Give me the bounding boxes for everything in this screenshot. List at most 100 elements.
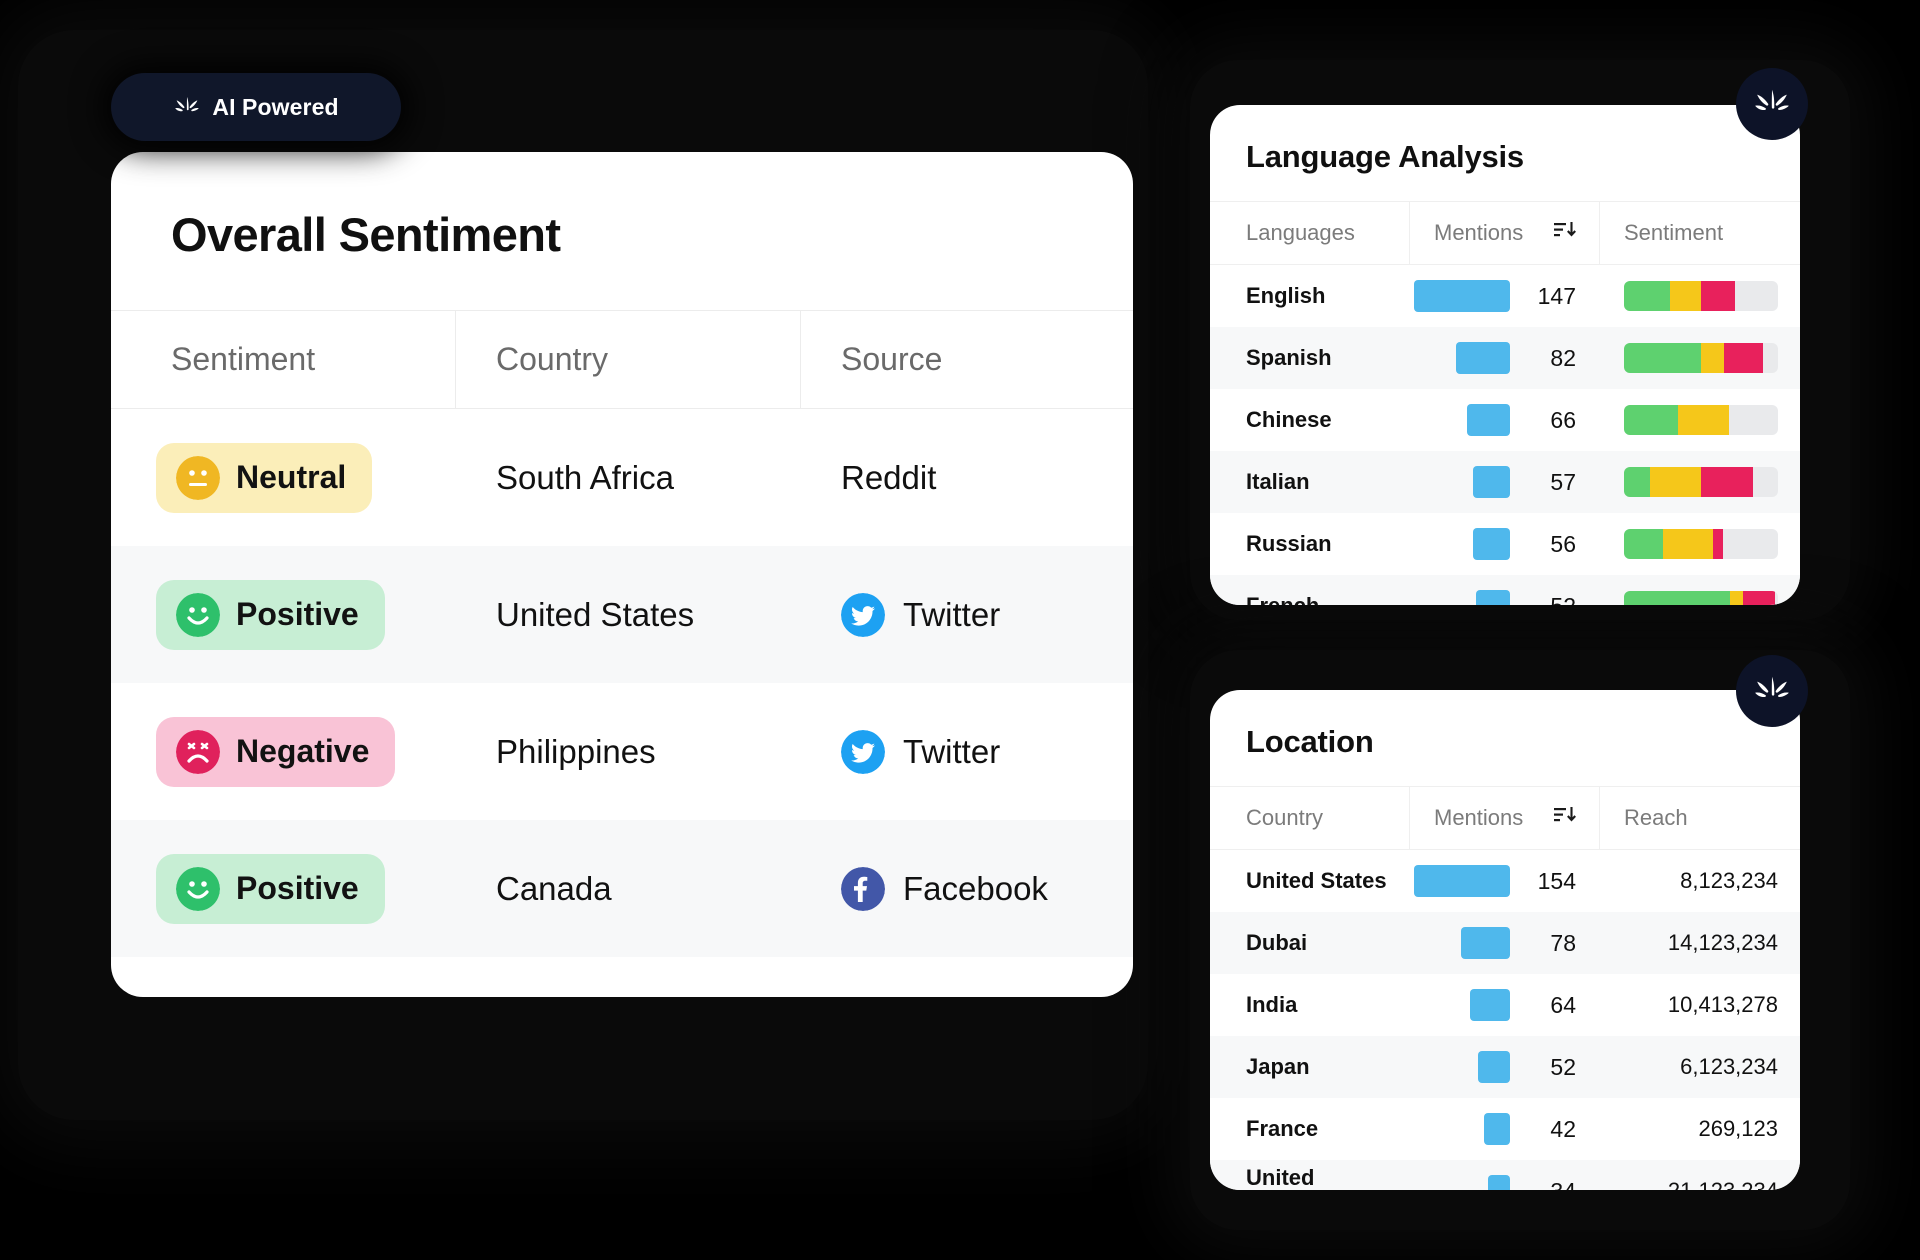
sentiment-segment-neutral	[1662, 529, 1714, 559]
sentiment-cell	[1600, 467, 1800, 497]
sentiment-segment-positive	[1624, 591, 1731, 605]
status-badge-label: Positive	[236, 596, 359, 632]
table-row[interactable]: Dubai 78 14,123,234	[1210, 912, 1800, 974]
sentiment-segment-negative	[1700, 281, 1735, 311]
status-badge-label: Negative	[236, 733, 370, 769]
mentions-bar	[1467, 404, 1510, 436]
table-row[interactable]: Negative Philippines Twitter	[111, 683, 1133, 820]
country-cell: United States	[496, 595, 695, 633]
reach-value: 10,413,278	[1667, 992, 1778, 1017]
country-cell: Canada	[496, 869, 612, 907]
overall-sentiment-card: Overall Sentiment Sentiment Country Sour…	[111, 152, 1133, 997]
table-row[interactable]: English 147	[1210, 265, 1800, 327]
mentions-cell: 147	[1410, 280, 1600, 312]
sentiment-cell: Negative	[111, 716, 456, 787]
column-header-sentiment-language[interactable]: Sentiment	[1600, 202, 1800, 264]
table-row[interactable]: France 42 269,123	[1210, 1098, 1800, 1160]
sentiment-segment-positive	[1624, 281, 1671, 311]
mentions-bar	[1473, 466, 1510, 498]
table-row[interactable]: Italian 57	[1210, 451, 1800, 513]
ai-powered-badge: AI Powered	[111, 73, 401, 141]
sentiment-segment-neutral	[1677, 405, 1729, 435]
sort-descending-icon[interactable]	[1553, 805, 1577, 831]
column-header-country-location[interactable]: Country	[1210, 787, 1410, 849]
location-card: Location Country Mentions Reach United S…	[1210, 690, 1800, 1190]
sentiment-cell	[1600, 405, 1800, 435]
status-badge-label: Neutral	[236, 459, 347, 495]
twitter-icon	[841, 729, 885, 774]
table-row[interactable]: Neutral South Africa Reddit	[111, 409, 1133, 546]
sentiment-cell	[1600, 591, 1800, 605]
table-row[interactable]: United States 154 8,123,234	[1210, 850, 1800, 912]
mentions-value: 154	[1537, 867, 1576, 894]
mentions-bar-track	[1410, 1051, 1510, 1083]
reach-value: 6,123,234	[1680, 1054, 1778, 1079]
reach-cell: 8,123,234	[1600, 868, 1800, 894]
table-row[interactable]: Japan 52 6,123,234	[1210, 1036, 1800, 1098]
mentions-bar-track	[1410, 528, 1510, 560]
mentions-cell: 34	[1410, 1175, 1600, 1190]
country-name-cell: Japan	[1246, 1054, 1310, 1079]
table-row[interactable]: Positive United States Twitter	[111, 546, 1133, 683]
column-header-reach[interactable]: Reach	[1600, 787, 1800, 849]
source-label: Reddit	[841, 458, 937, 496]
ai-powered-label: AI Powered	[212, 93, 339, 120]
splash-logo-icon	[1752, 86, 1792, 122]
table-row[interactable]: Positive Canada Facebook	[111, 820, 1133, 957]
page-title: Overall Sentiment	[171, 208, 561, 261]
location-card-title: Location	[1246, 724, 1374, 759]
mentions-value: 64	[1550, 991, 1576, 1018]
column-header-country[interactable]: Country	[456, 311, 801, 408]
column-header-mentions-language[interactable]: Mentions	[1410, 202, 1600, 264]
sentiment-stacked-bar	[1624, 467, 1778, 497]
table-row[interactable]: French 52	[1210, 575, 1800, 605]
country-cell: Philippines	[496, 732, 656, 770]
source-cell: Facebook	[801, 866, 1133, 911]
twitter-icon	[841, 592, 885, 637]
mentions-cell: 52	[1410, 590, 1600, 605]
mentions-value: 56	[1550, 530, 1576, 557]
language-table-body: English 147 Spanish 82 Chinese 66 Italian 57 Rus…	[1210, 265, 1800, 605]
sentiment-stacked-bar	[1624, 281, 1778, 311]
table-row[interactable]: United Kingdom 34 21,123,234	[1210, 1160, 1800, 1190]
source-cell: Reddit	[801, 459, 1133, 497]
country-cell: South Africa	[496, 458, 674, 496]
neutral-face-icon	[176, 455, 220, 500]
status-badge: Positive	[156, 853, 385, 924]
table-row[interactable]: India 64 10,413,278	[1210, 974, 1800, 1036]
frowning-face-icon	[176, 729, 220, 774]
sentiment-stacked-bar	[1624, 529, 1778, 559]
sentiment-cell: Positive	[111, 853, 456, 924]
sentiment-stacked-bar	[1624, 343, 1778, 373]
reach-value: 21,123,234	[1624, 1178, 1778, 1190]
mentions-bar	[1488, 1175, 1510, 1190]
sentiment-table-body: Neutral South Africa Reddit Positive United …	[111, 409, 1133, 957]
table-row[interactable]: Chinese 66	[1210, 389, 1800, 451]
column-header-mentions-location[interactable]: Mentions	[1410, 787, 1600, 849]
sentiment-cell: Positive	[111, 579, 456, 650]
column-header-source[interactable]: Source	[801, 311, 1133, 408]
sort-descending-icon[interactable]	[1553, 220, 1577, 246]
mentions-bar-track	[1410, 1113, 1510, 1145]
status-badge-label: Positive	[236, 870, 359, 906]
reach-cell: 21,123,234	[1600, 1178, 1800, 1190]
smiling-face-icon	[176, 592, 220, 637]
mentions-bar	[1470, 989, 1510, 1021]
column-header-languages[interactable]: Languages	[1210, 202, 1410, 264]
sentiment-segment-neutral	[1650, 467, 1701, 497]
mentions-bar-track	[1410, 404, 1510, 436]
mentions-cell: 52	[1410, 1051, 1600, 1083]
mentions-cell: 66	[1410, 404, 1600, 436]
source-label: Twitter	[903, 595, 1001, 633]
sentiment-segment-positive	[1624, 343, 1701, 373]
sentiment-segment-positive	[1624, 529, 1663, 559]
location-table-body: United States 154 8,123,234 Dubai 78 14,123,2…	[1210, 850, 1800, 1190]
mentions-cell: 57	[1410, 466, 1600, 498]
table-row[interactable]: Spanish 82	[1210, 327, 1800, 389]
column-header-sentiment[interactable]: Sentiment	[111, 311, 456, 408]
sentiment-segment-negative	[1742, 591, 1775, 605]
sentiment-segment-neutral	[1730, 591, 1743, 605]
table-row[interactable]: Russian 56	[1210, 513, 1800, 575]
mentions-bar	[1484, 1113, 1510, 1145]
language-card-title: Language Analysis	[1246, 139, 1524, 174]
